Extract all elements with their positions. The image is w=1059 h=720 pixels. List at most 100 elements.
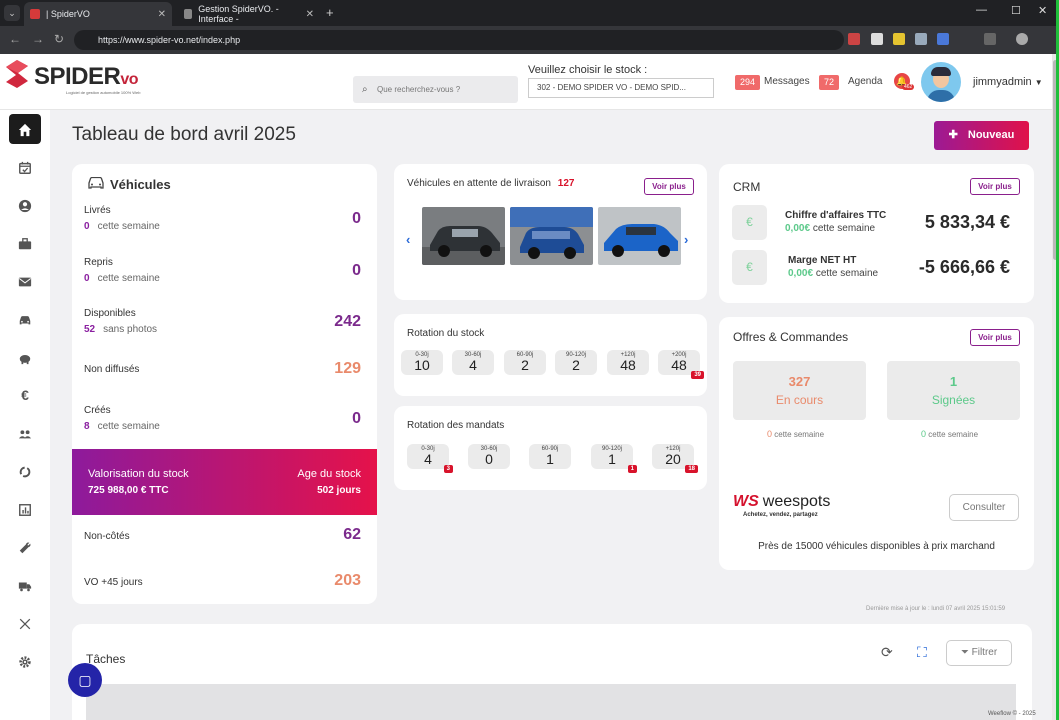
forward-icon[interactable]: → [32, 32, 44, 46]
weespots-logo-text: weespots [762, 493, 831, 510]
signees-value: 1 [949, 374, 958, 389]
count-badge: 3 [443, 465, 453, 473]
sidebar: € [0, 110, 50, 720]
extension-icon[interactable] [937, 33, 949, 45]
refresh-icon[interactable] [9, 456, 41, 486]
non-diffuses-value[interactable]: 129 [334, 360, 361, 378]
extension-icon[interactable] [848, 33, 860, 45]
messages-badge[interactable]: 294 [735, 75, 761, 90]
mail-icon[interactable] [9, 266, 41, 296]
favicon-icon [30, 9, 40, 19]
offres-voir-plus-button[interactable]: Voir plus [970, 329, 1020, 346]
crees-value[interactable]: 0 [352, 410, 361, 428]
extension-icon[interactable] [893, 33, 905, 45]
rotation-stock-item[interactable]: +200j 48 39 [658, 350, 704, 379]
age-stock-value: 502 jours [317, 485, 361, 496]
caret-down-icon: ▼ [1034, 78, 1043, 87]
new-button[interactable]: ✚ Nouveau [934, 121, 1029, 150]
settings-icon[interactable] [9, 646, 41, 676]
piggy-bank-icon[interactable] [9, 342, 41, 372]
tools-icon[interactable] [9, 608, 41, 638]
profile-icon[interactable] [1016, 33, 1028, 45]
extension-icon[interactable] [915, 33, 927, 45]
crm-card: CRM Voir plus € Chiffre d'affaires TTC 0… [719, 164, 1034, 303]
extension-icon[interactable] [871, 33, 883, 45]
back-icon[interactable]: ← [9, 32, 21, 46]
messages-link[interactable]: Messages [764, 76, 810, 87]
close-tab-icon[interactable]: ✕ [306, 9, 314, 20]
stock-select[interactable]: 302 - DEMO SPIDER VO - DEMO SPID... [528, 78, 714, 98]
disponibles-value[interactable]: 242 [334, 313, 361, 331]
rotation-mandats-item[interactable]: 90-120j 1 1 [591, 444, 637, 473]
tab-list-icon[interactable]: ⌄ [4, 5, 20, 21]
crees-sub: 8 cette semaine [84, 421, 160, 432]
vehicle-thumbnail[interactable] [598, 207, 681, 265]
rotation-mandats-item[interactable]: 30-60j 0 [468, 444, 510, 469]
chevron-right-icon[interactable]: › [684, 232, 688, 247]
search-input[interactable]: ⌕ Que recherchez-vous ? [353, 76, 518, 103]
consulter-button[interactable]: Consulter [949, 494, 1019, 521]
crees-label: Créés [84, 405, 111, 416]
rotation-mandats-item[interactable]: 0-30j 4 3 [407, 444, 453, 473]
user-menu[interactable]: jimmyadmin ▼ [973, 76, 1043, 88]
close-window-icon[interactable]: ✕ [1038, 4, 1047, 17]
logo-text: SPIDER [34, 63, 121, 90]
offres-title: Offres & Commandes [733, 330, 849, 344]
livres-value[interactable]: 0 [352, 210, 361, 228]
chevron-left-icon[interactable]: ‹ [406, 232, 410, 247]
valorisation-label: Valorisation du stock [88, 468, 189, 480]
user-icon[interactable] [9, 190, 41, 220]
rotation-stock-item[interactable]: 30-60j 4 [452, 350, 494, 375]
filter-icon: ⏷ [960, 647, 969, 658]
chat-icon[interactable]: ▢ [68, 663, 102, 697]
new-tab-icon[interactable]: + [326, 5, 334, 20]
offres-en-cours[interactable]: 327 En cours [733, 361, 866, 420]
close-tab-icon[interactable]: ✕ [158, 9, 166, 20]
users-icon[interactable] [9, 418, 41, 448]
weespots-text: Près de 15000 véhicules disponibles à pr… [758, 541, 995, 552]
rotation-mandats-item[interactable]: 60-90j 1 [529, 444, 571, 469]
vo45-value[interactable]: 203 [334, 572, 361, 590]
wrench-icon[interactable] [9, 532, 41, 562]
agenda-badge[interactable]: 72 [819, 75, 840, 90]
fullscreen-icon[interactable]: ⛶ [917, 644, 927, 661]
avatar[interactable] [921, 62, 961, 102]
minimize-icon[interactable]: — [976, 4, 987, 16]
rotation-mandats-item[interactable]: +120j 20 18 [652, 444, 698, 473]
tab-title: | SpiderVO [46, 9, 90, 19]
truck-icon[interactable] [9, 570, 41, 600]
maximize-icon[interactable]: ☐ [1011, 4, 1021, 17]
disponibles-sub[interactable]: 52 sans photos [84, 324, 157, 335]
home-icon[interactable] [9, 114, 41, 144]
rotation-stock-item[interactable]: 60-90j 2 [504, 350, 546, 375]
vehicules-card: Véhicules Livrés 0 cette semaine 0 Repris… [72, 164, 377, 604]
crm-voir-plus-button[interactable]: Voir plus [970, 178, 1020, 195]
euro-icon[interactable]: € [9, 380, 41, 410]
livraison-voir-plus-button[interactable]: Voir plus [644, 178, 694, 195]
briefcase-icon[interactable] [9, 228, 41, 258]
offres-signees[interactable]: 1 Signées [887, 361, 1020, 420]
non-cotes-value[interactable]: 62 [343, 526, 361, 544]
browser-tab-active[interactable]: | SpiderVO ✕ [24, 2, 172, 26]
rotation-stock-item[interactable]: 0-30j 10 [401, 350, 443, 375]
extensions-puzzle-icon[interactable] [984, 33, 996, 45]
vehicle-thumbnail[interactable] [510, 207, 593, 265]
url-input[interactable]: https://www.spider-vo.net/index.php [74, 30, 844, 50]
refresh-icon[interactable]: ⟳ [881, 644, 893, 661]
livres-sub: 0 cette semaine [84, 221, 160, 232]
tasks-icon[interactable] [9, 152, 41, 182]
valorisation-banner: Valorisation du stock 725 988,00 € TTC A… [72, 449, 377, 515]
logo[interactable]: SPIDERvo [34, 63, 139, 91]
vehicle-thumbnail[interactable] [422, 207, 505, 265]
last-update: Dernière mise à jour le : lundi 07 avril… [866, 606, 1006, 612]
chart-icon[interactable] [9, 494, 41, 524]
browser-tab[interactable]: Gestion SpiderVO. - Interface - ✕ [178, 2, 320, 26]
rotation-stock-item[interactable]: 90-120j 2 [555, 350, 597, 375]
filter-button[interactable]: ⏷ Filtrer [946, 640, 1012, 666]
reload-icon[interactable]: ↻ [54, 32, 64, 46]
car-icon[interactable] [9, 304, 41, 334]
rotation-stock-item[interactable]: +120j 48 [607, 350, 649, 375]
repris-value[interactable]: 0 [352, 262, 361, 280]
rotation-stock-card: Rotation du stock 0-30j 10 30-60j 4 60-90j… [394, 314, 707, 396]
agenda-link[interactable]: Agenda [848, 76, 882, 87]
